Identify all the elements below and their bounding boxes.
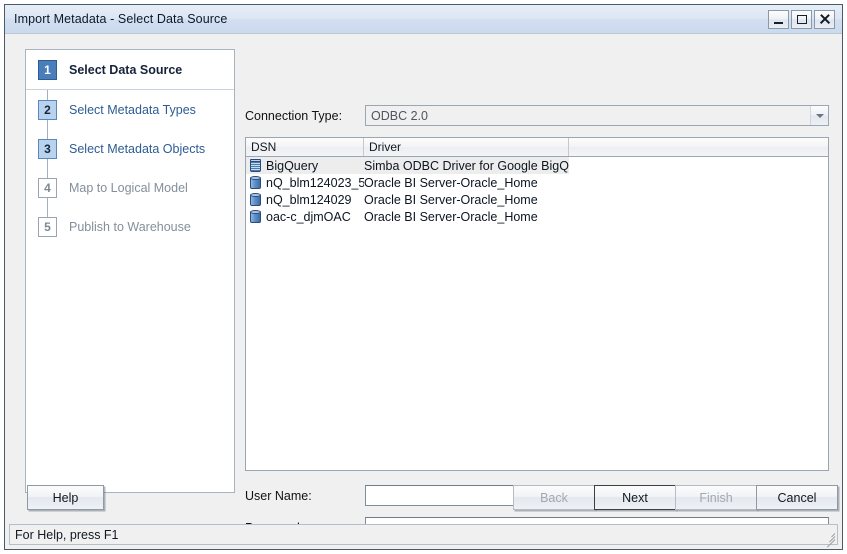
wizard-step-label: Select Metadata Objects: [69, 141, 206, 156]
maximize-icon: [796, 14, 807, 24]
datasource-dsn-text: nQ_blm124023_5.5: [266, 175, 364, 190]
connection-type-select[interactable]: ODBC 2.0: [365, 105, 829, 126]
wizard-step-number: 3: [38, 138, 57, 159]
datasource-row-cells: oac-c_djmOAC Oracle BI Server-Oracle_Home: [246, 208, 569, 225]
database-icon: [249, 176, 262, 190]
wizard-step-number: 4: [38, 177, 57, 198]
status-bar: For Help, press F1: [9, 524, 838, 548]
connection-type-value: ODBC 2.0: [371, 108, 428, 123]
wizard-steps-panel: 1 Select Data Source 2 Select Metadata Type…: [25, 49, 235, 493]
datasource-row-cells: nQ_blm124023_5.5Oracle BI Server-Oracle_…: [246, 174, 569, 191]
wizard-step-3[interactable]: 3 Select Metadata Objects: [26, 129, 234, 168]
datasource-dsn-text: BigQuery: [266, 158, 319, 173]
close-icon: [819, 14, 830, 25]
help-button[interactable]: Help: [27, 485, 104, 510]
close-button[interactable]: [814, 9, 835, 29]
datasource-dsn-cell: oac-c_djmOAC: [246, 210, 364, 224]
datasource-driver-cell: Oracle BI Server-Oracle_Home: [364, 175, 538, 190]
wizard-step-label: Select Metadata Types: [69, 102, 196, 117]
dialog-window: Import Metadata - Select Data Source 1 Se…: [4, 4, 843, 550]
wizard-step-number: 1: [38, 59, 57, 80]
listview-header: DSN Driver: [246, 138, 828, 157]
datasource-dsn-cell: nQ_blm124023_5.5: [246, 176, 364, 190]
datasource-row[interactable]: oac-c_djmOAC Oracle BI Server-Oracle_Home: [246, 208, 828, 225]
wizard-step-label: Select Data Source: [69, 62, 183, 77]
wizard-step-5: 5 Publish to Warehouse: [26, 207, 234, 246]
wizard-step-2[interactable]: 2 Select Metadata Types: [26, 90, 234, 129]
title-bar[interactable]: Import Metadata - Select Data Source: [5, 5, 842, 34]
wizard-step-label: Publish to Warehouse: [69, 219, 191, 234]
listview-column-header[interactable]: DSN: [246, 138, 364, 156]
content-area: Connection Type: ODBC 2.0 DSN Driver BigQ…: [245, 49, 829, 549]
listview-column-header[interactable]: [569, 138, 828, 156]
wizard-step-label: Map to Logical Model: [69, 180, 188, 195]
screen: Import Metadata - Select Data Source 1 Se…: [0, 0, 847, 554]
status-text: For Help, press F1: [15, 527, 119, 542]
datasource-listview[interactable]: DSN Driver BigQuery Simba ODBC Driver for …: [245, 137, 829, 471]
maximize-button[interactable]: [791, 9, 812, 29]
datasource-driver-cell: Simba ODBC Driver for Google BigQuery: [364, 158, 569, 173]
database-grid-icon: [249, 159, 262, 173]
minimize-icon: [774, 21, 783, 24]
wizard-step-4: 4 Map to Logical Model: [26, 168, 234, 207]
wizard-step-list: 1 Select Data Source 2 Select Metadata Type…: [26, 50, 234, 246]
connection-type-dropdown-button[interactable]: [810, 106, 828, 125]
finish-button: Finish: [675, 485, 757, 510]
window-controls: [768, 9, 835, 29]
wizard-step-number: 5: [38, 216, 57, 237]
datasource-dsn-text: oac-c_djmOAC: [266, 209, 351, 224]
datasource-row[interactable]: nQ_blm124023_5.5Oracle BI Server-Oracle_…: [246, 174, 828, 191]
minimize-button[interactable]: [768, 9, 789, 29]
datasource-driver-cell: Oracle BI Server-Oracle_Home: [364, 209, 538, 224]
database-icon: [249, 193, 262, 207]
datasource-row[interactable]: nQ_blm124029 Oracle BI Server-Oracle_Home: [246, 191, 828, 208]
dialog-footer: Help Back Next Finish Cancel: [5, 476, 842, 520]
datasource-dsn-text: nQ_blm124029: [266, 192, 352, 207]
wizard-step-number: 2: [38, 99, 57, 120]
datasource-row-cells: BigQuery Simba ODBC Driver for Google Big…: [246, 157, 569, 174]
next-button[interactable]: Next: [594, 485, 676, 510]
resize-grip-icon[interactable]: [822, 528, 836, 548]
dialog-body: 1 Select Data Source 2 Select Metadata Type…: [5, 34, 842, 549]
window-title: Import Metadata - Select Data Source: [14, 12, 228, 26]
back-button: Back: [513, 485, 595, 510]
datasource-dsn-cell: nQ_blm124029: [246, 193, 364, 207]
cancel-button[interactable]: Cancel: [756, 485, 838, 510]
connection-type-row: Connection Type: ODBC 2.0: [245, 105, 829, 126]
datasource-row[interactable]: BigQuery Simba ODBC Driver for Google Big…: [246, 157, 828, 174]
chevron-down-icon: [815, 113, 824, 118]
datasource-dsn-cell: BigQuery: [246, 159, 364, 173]
datasource-row-cells: nQ_blm124029 Oracle BI Server-Oracle_Home: [246, 191, 569, 208]
datasource-driver-cell: Oracle BI Server-Oracle_Home: [364, 192, 538, 207]
wizard-step-1[interactable]: 1 Select Data Source: [26, 50, 234, 90]
listview-column-header[interactable]: Driver: [364, 138, 569, 156]
listview-rows: BigQuery Simba ODBC Driver for Google Big…: [246, 157, 828, 225]
database-icon: [249, 210, 262, 224]
connection-type-label: Connection Type:: [245, 108, 343, 123]
